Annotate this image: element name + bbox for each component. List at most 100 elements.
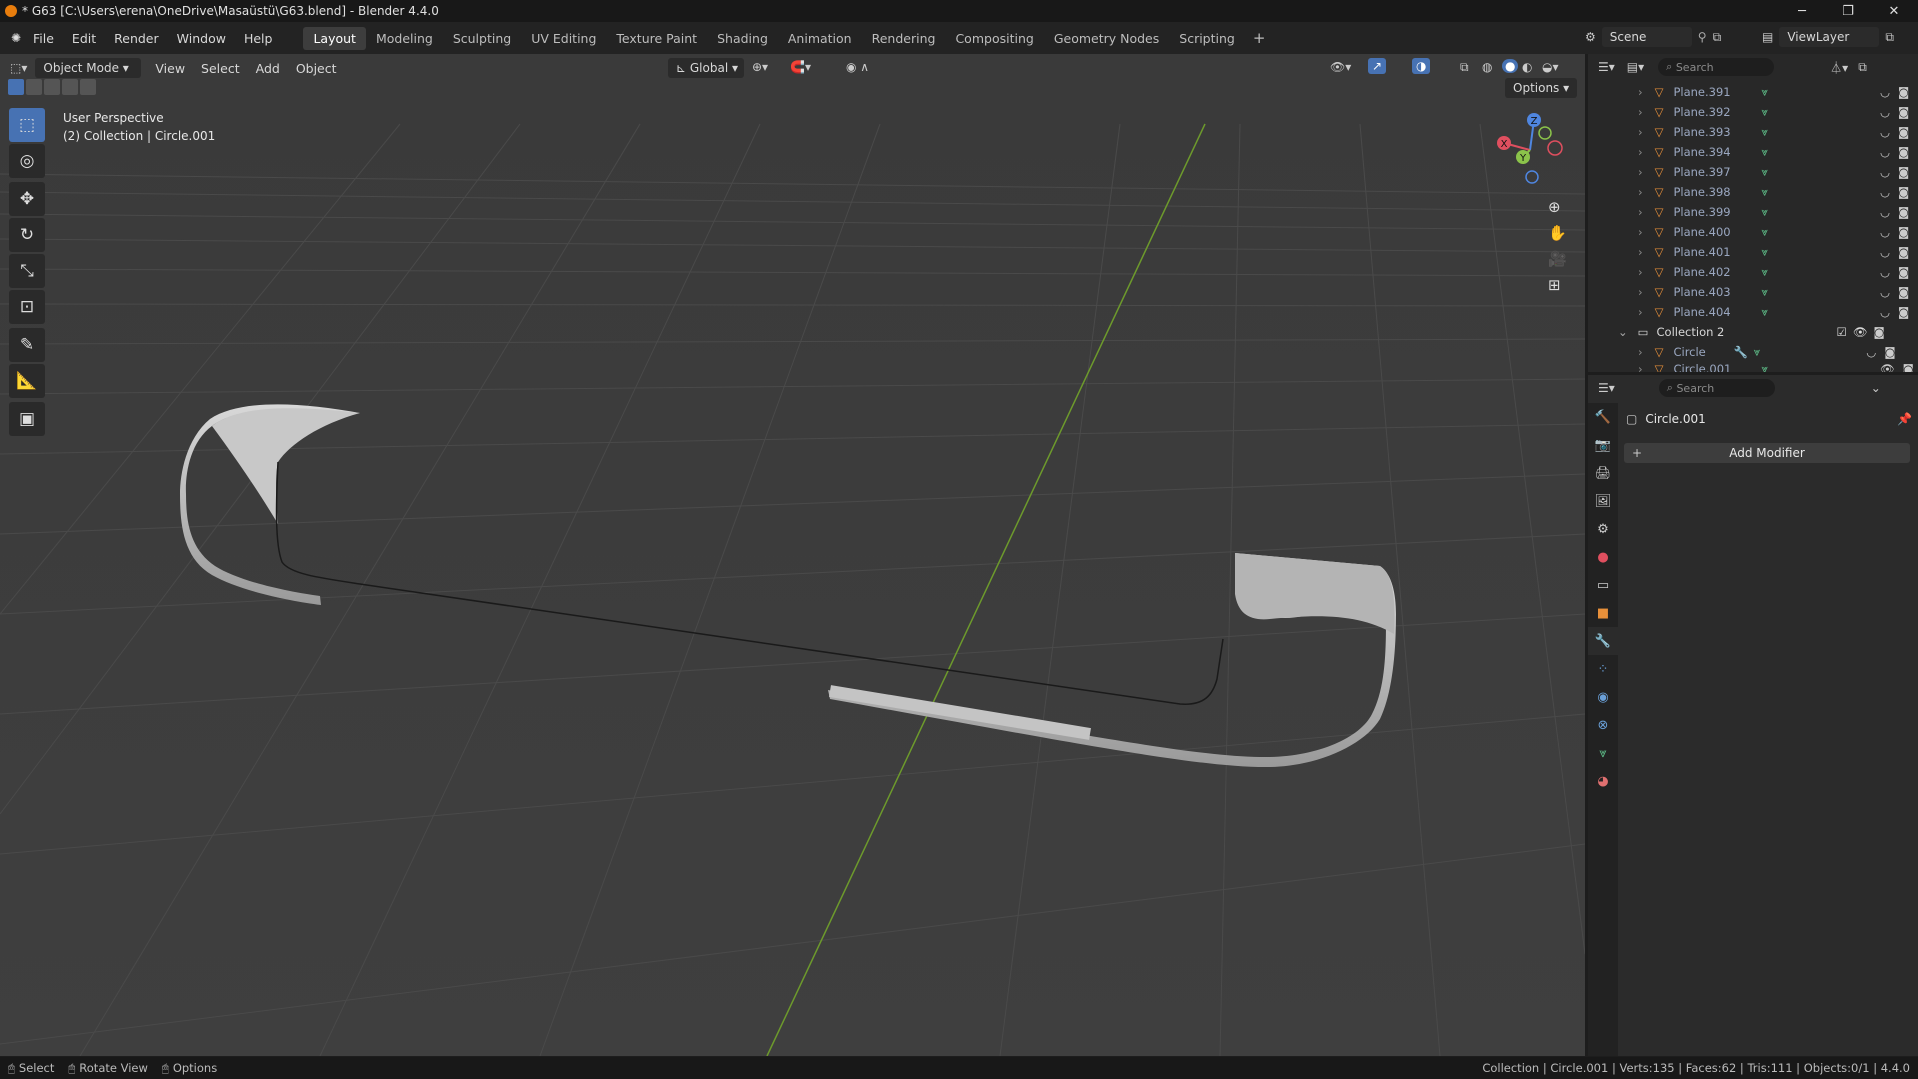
pin-icon[interactable]: 📌 [1897, 412, 1912, 426]
view-layer-name[interactable]: ViewLayer [1779, 27, 1880, 47]
select-new-icon[interactable] [8, 79, 24, 95]
move-tool-icon[interactable]: ✥ [9, 182, 45, 216]
menu-help[interactable]: Help [235, 31, 282, 46]
render-camera-icon[interactable]: ◙ [1898, 85, 1909, 99]
constraints-tab-icon[interactable]: ⊗ [1588, 711, 1618, 739]
visibility-icon[interactable]: 👁 [1853, 325, 1868, 339]
visibility-icon[interactable]: ◡ [1880, 205, 1890, 219]
visibility-icon[interactable]: 👁 [1880, 362, 1895, 372]
perspective-grid-icon[interactable]: ⊞ [1548, 276, 1567, 294]
particles-tab-icon[interactable]: ⁘ [1588, 655, 1618, 683]
list-item[interactable]: › ▽ Circle.001 ⩔ 👁 ◙ [1588, 362, 1918, 372]
menu-window[interactable]: Window [168, 31, 235, 46]
properties-editor-icon[interactable]: ☰▾ [1598, 381, 1615, 395]
shading-solid-icon[interactable]: ● [1502, 59, 1519, 73]
scene-name[interactable]: Scene [1601, 27, 1692, 47]
visibility-icon[interactable]: ◡ [1880, 145, 1890, 159]
render-camera-icon[interactable]: ◙ [1898, 225, 1909, 239]
viewport-menu-object[interactable]: Object [288, 61, 345, 76]
pan-hand-icon[interactable]: ✋ [1548, 224, 1567, 242]
object-tab-icon[interactable]: ■ [1588, 599, 1618, 627]
scene-tab-icon[interactable]: ⚙ [1588, 515, 1618, 543]
render-camera-icon[interactable]: ◙ [1898, 305, 1909, 319]
new-view-layer-icon[interactable]: ⧉ [1885, 30, 1894, 45]
render-camera-icon[interactable]: ◙ [1898, 205, 1909, 219]
view-layer-selector[interactable]: ▤ ViewLayer ⧉ [1762, 27, 1894, 47]
list-item[interactable]: › ▽ Plane.394 ⩔ ◡ ◙ [1588, 142, 1918, 162]
pivot-icon[interactable]: ⊕▾ [752, 60, 768, 74]
list-item[interactable]: › ▽ Plane.404 ⩔ ◡ ◙ [1588, 302, 1918, 322]
visibility-icon[interactable]: ◡ [1880, 125, 1890, 139]
visibility-icon[interactable]: ◡ [1880, 245, 1890, 259]
list-item[interactable]: › ▽ Plane.397 ⩔ ◡ ◙ [1588, 162, 1918, 182]
tab-rendering[interactable]: Rendering [862, 27, 946, 50]
list-item[interactable]: › ▽ Plane.400 ⩔ ◡ ◙ [1588, 222, 1918, 242]
shading-rendered-icon[interactable]: ◒▾ [1542, 60, 1559, 74]
outliner-editor-icon[interactable]: ☰▾ [1598, 60, 1615, 74]
menu-file[interactable]: File [24, 31, 63, 46]
select-invert-icon[interactable] [62, 79, 78, 95]
3d-viewport[interactable]: ⬚▾ Object Mode ▾ View Select Add Object … [0, 54, 1585, 1056]
tool-tab-icon[interactable]: 🔨 [1588, 403, 1618, 431]
tab-animation[interactable]: Animation [778, 27, 862, 50]
proportional-edit-icon[interactable]: ◉ ∧ [846, 60, 869, 74]
world-tab-icon[interactable]: ● [1588, 543, 1618, 571]
shading-material-icon[interactable]: ◐ [1522, 60, 1532, 74]
new-collection-icon[interactable]: ⧉ [1858, 60, 1867, 75]
display-mode-icon[interactable]: ▤▾ [1627, 60, 1644, 74]
maximize-icon[interactable]: ❐ [1826, 0, 1870, 22]
render-camera-icon[interactable]: ◙ [1898, 165, 1909, 179]
physics-tab-icon[interactable]: ◉ [1588, 683, 1618, 711]
gizmo-toggle-icon[interactable]: ↗ [1368, 58, 1387, 74]
visibility-icon[interactable]: ◡ [1880, 265, 1890, 279]
list-item[interactable]: › ▽ Plane.399 ⩔ ◡ ◙ [1588, 202, 1918, 222]
zoom-icon[interactable]: ⊕ [1548, 198, 1567, 216]
output-tab-icon[interactable]: 🖨 [1588, 459, 1618, 487]
modifier-tab-icon[interactable]: 🔧 [1588, 627, 1618, 655]
outliner-search-input[interactable]: ⌕ Search [1658, 58, 1775, 76]
visibility-icon[interactable]: ◡ [1880, 305, 1890, 319]
list-item[interactable]: › ▽ Plane.391 ⩔ ◡ ◙ [1588, 82, 1918, 102]
tab-geometry-nodes[interactable]: Geometry Nodes [1044, 27, 1169, 50]
render-camera-icon[interactable]: ◙ [1898, 185, 1909, 199]
visibility-icon[interactable]: ◡ [1866, 345, 1876, 359]
render-camera-icon[interactable]: ◙ [1873, 325, 1884, 339]
tab-texture-paint[interactable]: Texture Paint [606, 27, 707, 50]
view-layer-tab-icon[interactable]: 🖼 [1588, 487, 1618, 515]
xray-icon[interactable]: ⧉ [1460, 60, 1469, 75]
list-item[interactable]: › ▽ Plane.393 ⩔ ◡ ◙ [1588, 122, 1918, 142]
viewport-menu-view[interactable]: View [147, 61, 193, 76]
render-tab-icon[interactable]: 📷 [1588, 431, 1618, 459]
tab-uv-editing[interactable]: UV Editing [521, 27, 606, 50]
render-camera-icon[interactable]: ◙ [1898, 145, 1909, 159]
transform-orientation-dropdown[interactable]: ⊾ Global ▾ [668, 58, 744, 78]
list-item[interactable]: › ▽ Plane.398 ⩔ ◡ ◙ [1588, 182, 1918, 202]
tab-layout[interactable]: Layout [303, 26, 366, 50]
measure-tool-icon[interactable]: 📐 [9, 364, 45, 398]
render-camera-icon[interactable]: ◙ [1898, 125, 1909, 139]
select-intersect-icon[interactable] [80, 79, 96, 95]
render-camera-icon[interactable]: ◙ [1884, 345, 1895, 359]
new-scene-icon[interactable]: ⧉ [1713, 30, 1722, 45]
transform-tool-icon[interactable]: ⊡ [9, 290, 45, 324]
rotate-tool-icon[interactable]: ↻ [9, 218, 45, 252]
list-item[interactable]: › ▽ Plane.402 ⩔ ◡ ◙ [1588, 262, 1918, 282]
list-item[interactable]: › ▽ Plane.401 ⩔ ◡ ◙ [1588, 242, 1918, 262]
pin-icon[interactable]: ⚲ [1698, 30, 1707, 44]
close-icon[interactable]: ✕ [1872, 0, 1916, 22]
blender-menu-icon[interactable]: ✺ [8, 30, 24, 46]
material-tab-icon[interactable]: ◕ [1588, 767, 1618, 795]
filter-icon[interactable]: ⏃▾ [1830, 59, 1848, 76]
expand-chevron-icon[interactable]: ⌄ [1618, 325, 1628, 339]
menu-render[interactable]: Render [105, 31, 168, 46]
visibility-icon[interactable]: ◡ [1880, 185, 1890, 199]
properties-search-input[interactable]: ⌕ Search [1658, 379, 1775, 397]
tab-sculpting[interactable]: Sculpting [443, 27, 521, 50]
tab-scripting[interactable]: Scripting [1169, 27, 1245, 50]
render-camera-icon[interactable]: ◙ [1898, 265, 1909, 279]
render-camera-icon[interactable]: ◙ [1898, 245, 1909, 259]
minimize-icon[interactable]: ─ [1780, 0, 1824, 22]
data-tab-icon[interactable]: ⩔ [1588, 739, 1618, 767]
list-item[interactable]: › ▽ Plane.403 ⩔ ◡ ◙ [1588, 282, 1918, 302]
list-item[interactable]: › ▽ Plane.392 ⩔ ◡ ◙ [1588, 102, 1918, 122]
